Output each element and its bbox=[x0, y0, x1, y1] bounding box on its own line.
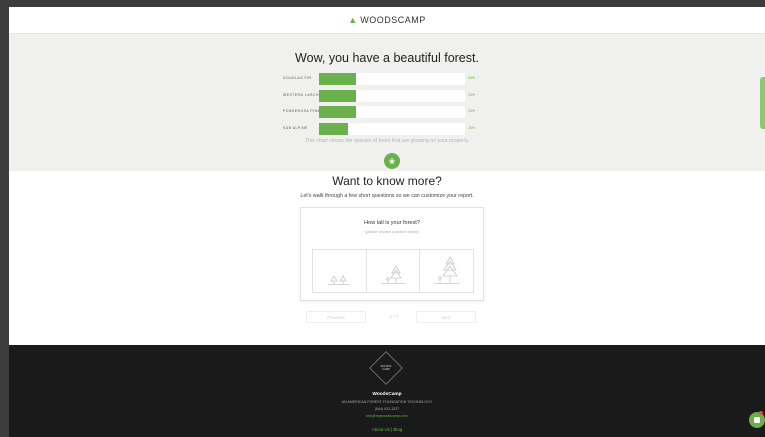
species-percent: 20% bbox=[468, 126, 476, 130]
species-bar-fill bbox=[319, 90, 356, 102]
species-label: WESTERN LARCH bbox=[283, 93, 319, 97]
chat-button[interactable] bbox=[749, 412, 765, 428]
species-percent: 25% bbox=[468, 93, 476, 97]
notification-dot bbox=[759, 411, 763, 415]
species-bar-track bbox=[319, 106, 465, 118]
intro-title: Want to know more? bbox=[332, 174, 442, 188]
answer-option-short[interactable] bbox=[313, 250, 367, 292]
footer-phone[interactable]: (844) 922-3227 bbox=[9, 407, 765, 411]
short-trees-icon bbox=[328, 275, 351, 285]
footer-tagline: AN AMERICAN FOREST FOUNDATION TECHNOLOGY bbox=[341, 400, 433, 404]
question-hint: (please choose a picture below) bbox=[365, 230, 419, 234]
medium-trees-icon bbox=[381, 265, 405, 284]
species-bar-row: SUB ALPINE 20% bbox=[283, 123, 513, 135]
species-label: DOUGLAS FIR bbox=[283, 76, 312, 80]
forest-summary-panel: Wow, you have a beautiful forest. DOUGLA… bbox=[9, 34, 765, 171]
chat-icon bbox=[754, 417, 760, 423]
page-frame: ▲ WOODSCAMP Wow, you have a beautiful fo… bbox=[9, 7, 765, 437]
tall-trees-icon bbox=[433, 256, 460, 284]
species-bar-fill bbox=[319, 73, 356, 85]
species-percent: 25% bbox=[468, 109, 476, 113]
footer-logo-line2: CAMP bbox=[381, 367, 391, 371]
page-indicator: 1 / 7 bbox=[389, 314, 399, 319]
footer-links[interactable]: About Us | Blog bbox=[9, 427, 765, 432]
species-label: SUB ALPINE bbox=[283, 126, 308, 130]
top-header: ▲ WOODSCAMP bbox=[9, 7, 765, 34]
species-bar-track bbox=[319, 73, 465, 85]
summary-caption: This chart shows the species of trees th… bbox=[304, 138, 470, 144]
question-text: How tall is your forest? bbox=[364, 220, 420, 226]
species-bar-row: PONDEROSA PINE 25% bbox=[283, 106, 513, 118]
species-bar-row: DOUGLAS FIR 25% bbox=[283, 73, 513, 85]
answer-option-tall[interactable] bbox=[420, 250, 473, 292]
species-bar-fill bbox=[319, 123, 349, 135]
site-footer: WOODS CAMP WoodsCamp AN AMERICAN FOREST … bbox=[9, 345, 765, 437]
species-bar-track bbox=[319, 90, 465, 102]
previous-button[interactable]: Previous bbox=[306, 311, 366, 323]
answer-options bbox=[312, 249, 474, 293]
species-label: PONDEROSA PINE bbox=[283, 109, 321, 113]
species-bar-track bbox=[319, 123, 465, 135]
species-bar-fill bbox=[319, 106, 356, 118]
next-button[interactable]: Next bbox=[416, 311, 476, 323]
question-card: How tall is your forest? (please choose … bbox=[300, 207, 484, 301]
species-bar-row: WESTERN LARCH 25% bbox=[283, 90, 513, 102]
side-feedback-tab[interactable] bbox=[760, 77, 765, 129]
intro-subtitle: Let's walk through a few short questions… bbox=[300, 193, 474, 199]
footer-company-name: WoodsCamp bbox=[372, 392, 402, 397]
brand-logo-text[interactable]: WOODSCAMP bbox=[360, 15, 426, 25]
leaf-icon: ❀ bbox=[384, 153, 400, 169]
species-percent: 25% bbox=[468, 76, 476, 80]
footer-email[interactable]: info@mywoodscamp.com bbox=[9, 414, 765, 418]
tree-icon: ▲ bbox=[348, 14, 358, 25]
summary-title: Wow, you have a beautiful forest. bbox=[295, 51, 479, 65]
footer-logo[interactable]: WOODS CAMP bbox=[374, 356, 398, 380]
answer-option-medium[interactable] bbox=[367, 250, 421, 292]
